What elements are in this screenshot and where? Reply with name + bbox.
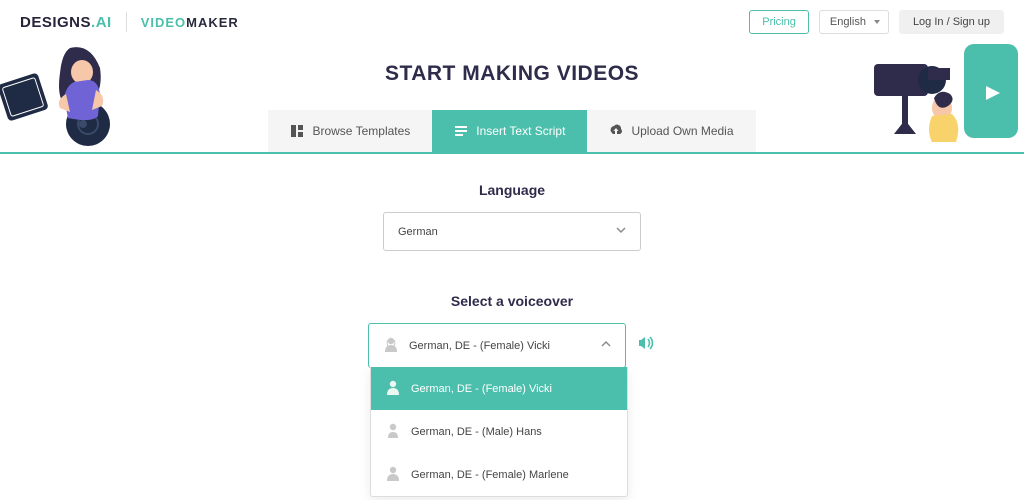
hero: START MAKING VIDEOS Browse Templates Ins… — [0, 44, 1024, 154]
tab-label: Browse Templates — [312, 124, 410, 138]
avatar-female-icon — [385, 465, 401, 484]
page-title: START MAKING VIDEOS — [0, 62, 1024, 86]
form-area: Language German Select a voiceover Germa… — [0, 154, 1024, 368]
logo-text-video: VIDEO — [141, 15, 186, 30]
voiceover-option[interactable]: German, DE - (Male) Hans — [371, 410, 627, 453]
voiceover-option-label: German, DE - (Female) Marlene — [411, 469, 569, 481]
logo-group: DESIGNS.AI VIDEOMAKER — [20, 12, 239, 32]
ui-language-value: English — [830, 16, 866, 28]
avatar-female-icon — [385, 379, 401, 398]
chevron-up-icon — [601, 339, 611, 352]
login-signup-button[interactable]: Log In / Sign up — [899, 10, 1004, 34]
logo-divider — [126, 12, 127, 32]
tab-insert-text-script[interactable]: Insert Text Script — [432, 110, 587, 152]
voiceover-option[interactable]: German, DE - (Female) Vicki — [371, 367, 627, 410]
voiceover-dropdown-panel: German, DE - (Female) Vicki German, DE -… — [370, 367, 628, 497]
tab-label: Insert Text Script — [476, 124, 565, 138]
top-actions: Pricing English Log In / Sign up — [749, 10, 1004, 34]
voiceover-dropdown[interactable]: German, DE - (Female) Vicki — [368, 323, 626, 368]
hero-illustration-left — [0, 38, 160, 148]
tab-label: Upload Own Media — [631, 124, 733, 138]
language-selected-value: German — [398, 226, 438, 238]
play-preview-button[interactable] — [638, 335, 656, 356]
voiceover-row: German, DE - (Female) Vicki German, DE -… — [0, 323, 1024, 368]
logo-text-designs: DESIGNS — [20, 14, 91, 31]
hero-illustration-right — [854, 38, 1024, 148]
avatar-female-icon — [383, 336, 399, 355]
logo-videomaker: VIDEOMAKER — [141, 15, 239, 30]
ui-language-select[interactable]: English — [819, 10, 889, 34]
tabs: Browse Templates Insert Text Script Uplo… — [268, 110, 755, 152]
tab-browse-templates[interactable]: Browse Templates — [268, 110, 432, 152]
logo-text-ai: AI — [96, 14, 112, 31]
voiceover-selected-value: German, DE - (Female) Vicki — [409, 340, 550, 352]
language-label: Language — [0, 182, 1024, 198]
voiceover-option-label: German, DE - (Female) Vicki — [411, 383, 552, 395]
logo-text-maker: MAKER — [186, 15, 239, 30]
templates-icon — [290, 124, 304, 138]
avatar-male-icon — [385, 422, 401, 441]
logo-designs-ai: DESIGNS.AI — [20, 14, 112, 31]
chevron-down-icon — [616, 225, 626, 238]
tab-upload-own-media[interactable]: Upload Own Media — [587, 110, 755, 152]
voiceover-block: Select a voiceover German, DE - (Female)… — [0, 293, 1024, 368]
script-icon — [454, 124, 468, 138]
voiceover-option[interactable]: German, DE - (Female) Marlene — [371, 453, 627, 496]
language-dropdown[interactable]: German — [383, 212, 641, 251]
voiceover-label: Select a voiceover — [0, 293, 1024, 309]
voiceover-option-label: German, DE - (Male) Hans — [411, 426, 542, 438]
topbar: DESIGNS.AI VIDEOMAKER Pricing English Lo… — [0, 0, 1024, 44]
pricing-button[interactable]: Pricing — [749, 10, 809, 34]
upload-icon — [609, 124, 623, 138]
